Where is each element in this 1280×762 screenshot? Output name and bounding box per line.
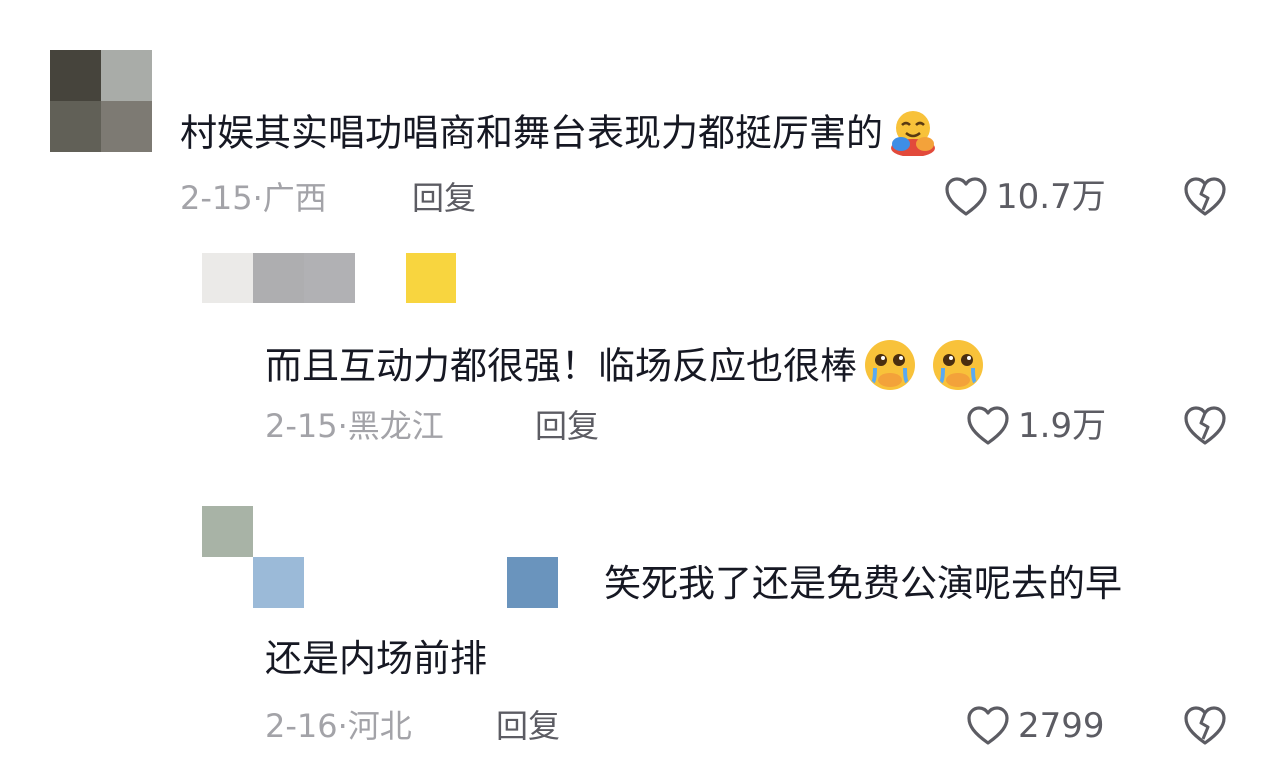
like-count: 10.7万 bbox=[996, 177, 1106, 217]
heart-icon bbox=[944, 176, 988, 218]
comment-text: 村娱其实唱功唱商和舞台表现力都挺厉害的 bbox=[180, 108, 939, 162]
username-redacted bbox=[202, 506, 558, 608]
like-button[interactable]: 10.7万 bbox=[944, 176, 1106, 218]
comment-date: 2-15 bbox=[265, 407, 338, 445]
comment-date: 2-15 bbox=[180, 179, 253, 217]
comment-location: 河北 bbox=[347, 707, 412, 745]
heart-icon bbox=[966, 405, 1010, 447]
pleading-face-emoji-icon bbox=[861, 338, 919, 398]
comment-text-line1: 笑死我了还是免费公演呢去的早 bbox=[604, 562, 1122, 605]
like-button[interactable]: 2799 bbox=[966, 705, 1105, 747]
comment-location: 广西 bbox=[262, 179, 327, 217]
reply-button[interactable]: 回复 bbox=[496, 710, 560, 742]
dislike-button[interactable] bbox=[1183, 405, 1227, 451]
comment-location: 黑龙江 bbox=[347, 407, 444, 445]
dislike-button[interactable] bbox=[1183, 176, 1227, 222]
comment-text-line2: 还是内场前排 bbox=[265, 637, 487, 680]
heart-icon bbox=[966, 705, 1010, 747]
broken-heart-icon bbox=[1183, 706, 1227, 751]
like-count: 2799 bbox=[1018, 706, 1105, 746]
comment-meta: 2-15·黑龙江 bbox=[265, 410, 444, 442]
meta-separator: · bbox=[252, 179, 263, 217]
comment-text: 而且互动力都很强！临场反应也很棒 bbox=[265, 338, 987, 398]
like-count: 1.9万 bbox=[1018, 406, 1107, 446]
comment-meta: 2-15·广西 bbox=[180, 182, 327, 214]
avatar[interactable] bbox=[50, 50, 152, 152]
broken-heart-icon bbox=[1183, 177, 1227, 222]
hugging-face-emoji-icon bbox=[887, 108, 939, 162]
dislike-button[interactable] bbox=[1183, 705, 1227, 751]
reply-button[interactable]: 回复 bbox=[535, 410, 599, 442]
username-redacted bbox=[202, 253, 456, 303]
broken-heart-icon bbox=[1183, 406, 1227, 451]
comment-date: 2-16 bbox=[265, 707, 338, 745]
meta-separator: · bbox=[337, 707, 348, 745]
like-button[interactable]: 1.9万 bbox=[966, 405, 1106, 447]
meta-separator: · bbox=[337, 407, 348, 445]
pleading-face-emoji-icon bbox=[929, 338, 987, 398]
reply-button[interactable]: 回复 bbox=[412, 182, 476, 214]
comment-meta: 2-16·河北 bbox=[265, 710, 412, 742]
